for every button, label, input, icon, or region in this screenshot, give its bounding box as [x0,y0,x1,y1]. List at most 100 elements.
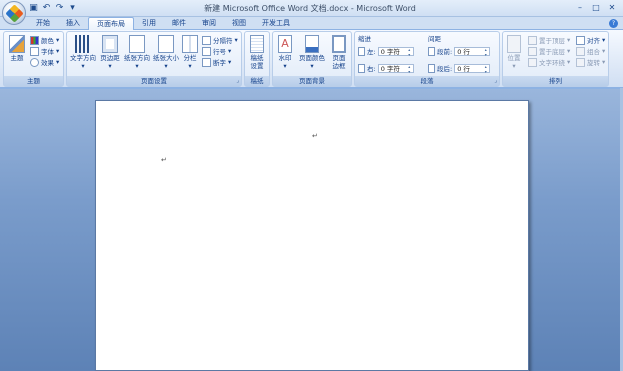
draft-paper-button[interactable]: 稿纸 设置 [245,35,269,70]
line-numbers-label: 行号 [213,48,226,56]
spacing-before-input[interactable]: 0 行 [454,46,491,57]
tab-home[interactable]: 开始 [28,17,58,30]
ribbon-tabs: 开始 插入 页面布局 引用 邮件 审阅 视图 开发工具 [28,17,298,31]
spacing-before-field: 段前: 0 行 [428,46,491,57]
position-label: 位置 [507,54,521,62]
effects-button[interactable]: 效果 ▾ [30,57,59,67]
group-title: 稿纸 [245,76,269,86]
help-icon[interactable]: ? [609,19,618,28]
ribbon: 主题 颜色 ▾ 字体 ▾ 效果 ▾ 主题 文字方向 ▾ 页边距 ▾ 纸张方向 ▾ 纸张大小 ▾… [0,30,623,88]
page-borders-icon [332,35,346,53]
group-themes: 主题 颜色 ▾ 字体 ▾ 效果 ▾ 主题 [3,31,64,87]
text-direction-button[interactable]: 文字方向 ▾ [68,35,98,70]
group-objects-button[interactable]: 组合 ▾ [576,46,605,56]
margins-icon [102,35,118,53]
indent-right-input[interactable]: 0 字符 [377,63,414,74]
page-color-label: 页面颜色 [299,54,325,62]
hyphenation-button[interactable]: 断字 ▾ [202,57,231,67]
page-color-button[interactable]: 页面颜色 ▾ [296,35,328,70]
group-title: 页面设置 [67,76,241,86]
spacing-after-input[interactable]: 0 行 [454,63,491,74]
tab-page-layout[interactable]: 页面布局 [88,17,134,31]
paragraph-mark: ↵ [312,132,318,140]
tab-mailings[interactable]: 邮件 [164,17,194,30]
spacing-before-icon [428,46,435,56]
themes-button[interactable]: 主题 [5,35,29,62]
bring-front-button[interactable]: 置于顶层 ▾ [528,35,570,45]
indent-left-label: 左: [367,48,376,56]
fonts-label: 字体 [41,48,54,56]
hyphenation-label: 断字 [213,59,226,67]
maximize-button[interactable]: □ [589,2,603,13]
indent-right-field: 右: 0 字符 [358,63,414,74]
text-direction-icon [75,35,91,53]
size-button[interactable]: 纸张大小 ▾ [151,35,181,70]
customize-qat-icon[interactable]: ▾ [67,3,78,14]
minimize-button[interactable]: – [573,2,587,13]
margins-label: 页边距 [100,54,120,62]
save-icon[interactable]: ▣ [28,3,39,14]
indent-left-field: 左: 0 字符 [358,46,414,57]
tab-references[interactable]: 引用 [134,17,164,30]
align-button[interactable]: 对齐 ▾ [576,35,605,45]
line-numbers-button[interactable]: 行号 ▾ [202,46,231,56]
redo-icon[interactable]: ↷ [54,3,65,14]
themes-icon [9,35,25,53]
margins-button[interactable]: 页边距 ▾ [97,35,123,70]
draft-paper-label: 稿纸 设置 [250,54,264,70]
undo-icon[interactable]: ↶ [41,3,52,14]
text-wrap-label: 文字环绕 [539,59,565,67]
watermark-icon: A [278,35,292,53]
bring-front-icon [528,35,537,45]
dialog-launcher-icon[interactable]: ⌟ [236,77,239,84]
orientation-label: 纸张方向 [124,54,150,62]
colors-button[interactable]: 颜色 ▾ [30,35,59,45]
dialog-launcher-icon[interactable]: ⌟ [494,77,497,84]
title-bar: ▣ ↶ ↷ ▾ 新建 Microsoft Office Word 文档.docx… [0,0,623,17]
spacing-after-field: 段后: 0 行 [428,63,491,74]
themes-label: 主题 [10,54,24,62]
tab-developer[interactable]: 开发工具 [254,17,298,30]
group-page-setup: 文字方向 ▾ 页边距 ▾ 纸张方向 ▾ 纸张大小 ▾ 分栏 ▾ 分隔符 ▾ 行号 ▾ 断字 ▾ … [66,31,242,87]
text-wrap-button[interactable]: 文字环绕 ▾ [528,57,570,67]
group-icon [576,46,585,56]
send-back-label: 置于底层 [539,48,565,56]
close-button[interactable]: ✕ [605,2,619,13]
rotate-button[interactable]: 旋转 ▾ [576,57,605,67]
tab-insert[interactable]: 插入 [58,17,88,30]
position-button[interactable]: 位置 ▾ [503,35,525,70]
send-back-button[interactable]: 置于底层 ▾ [528,46,570,56]
indent-left-input[interactable]: 0 字符 [377,46,414,57]
group-arrange: 位置 ▾ 置于顶层 ▾ 置于底层 ▾ 文字环绕 ▾ 对齐 ▾ 组合 ▾ 旋转 ▾ 排列 [502,31,609,87]
tab-review[interactable]: 审阅 [194,17,224,30]
paragraph-mark: ↵ [161,156,167,164]
spacing-before-label: 段前: [437,48,453,56]
tab-view[interactable]: 视图 [224,17,254,30]
page-borders-button[interactable]: 页面 边框 [327,35,351,70]
ribbon-divider [0,88,623,89]
fonts-button[interactable]: 字体 ▾ [30,46,59,56]
watermark-button[interactable]: A 水印 ▾ [273,35,297,70]
fonts-icon [30,46,39,56]
watermark-label: 水印 [278,54,292,62]
hyphenation-icon [202,57,211,67]
group-title: 排列 [503,76,608,86]
group-title: 段落 [355,76,499,86]
draft-paper-icon [250,35,264,53]
text-direction-label: 文字方向 [70,54,96,62]
quick-access-toolbar: ▣ ↶ ↷ ▾ [28,2,78,14]
text-wrap-icon [528,57,537,67]
columns-button[interactable]: 分栏 ▾ [179,35,201,70]
office-button[interactable] [2,1,26,25]
columns-label: 分栏 [183,54,197,62]
breaks-button[interactable]: 分隔符 ▾ [202,35,238,45]
window-title: 新建 Microsoft Office Word 文档.docx - Micro… [204,4,416,13]
page-borders-label: 页面 边框 [332,54,346,70]
window-controls: – □ ✕ [573,2,619,13]
document-page[interactable]: ↵ ↵ [95,100,529,371]
orientation-button[interactable]: 纸张方向 ▾ [122,35,152,70]
group-title: 主题 [4,76,63,86]
spacing-after-label: 段后: [437,65,453,73]
indent-right-label: 右: [367,65,376,73]
group-page-background: A 水印 ▾ 页面颜色 ▾ 页面 边框 页面背景 [272,31,352,87]
